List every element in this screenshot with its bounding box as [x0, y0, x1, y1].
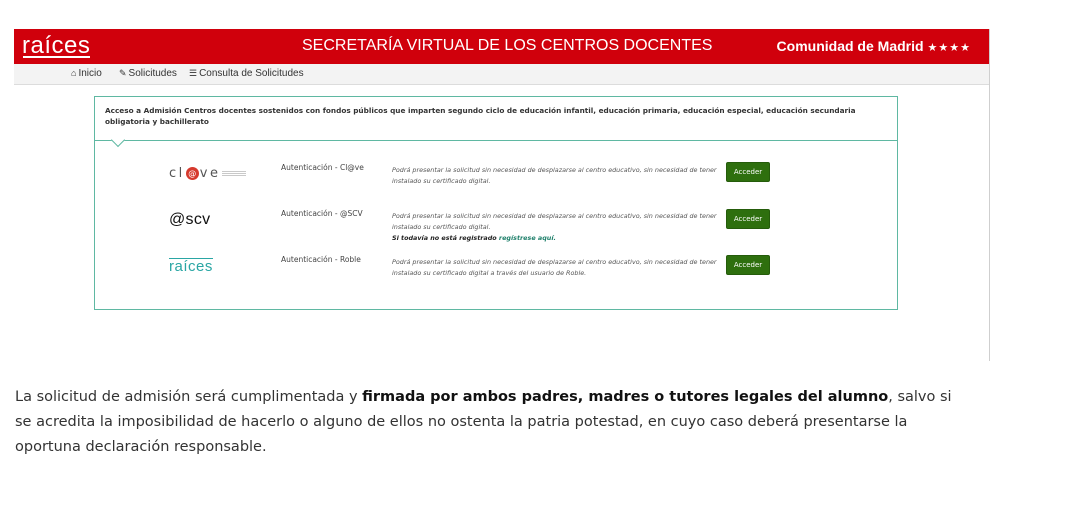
auth-row-scv: @scv Autenticación - @SCV Podrá presenta…: [95, 209, 897, 255]
acceder-button-roble[interactable]: Acceder: [726, 255, 770, 275]
raices-logo[interactable]: raíces: [22, 32, 91, 60]
article-bold-text: firmada por ambos padres, madres o tutor…: [362, 388, 889, 405]
auth-label: Autenticación - Cl@ve: [281, 163, 364, 172]
panel-heading: Acceso a Admisión Centros docentes soste…: [105, 106, 856, 126]
comunidad-madrid-logo: Comunidad de Madrid ★★★★: [777, 38, 971, 54]
auth-label: Autenticación - @SCV: [281, 209, 363, 218]
raices-roble-logo: raíces: [169, 256, 213, 275]
register-link[interactable]: regístrese aquí.: [499, 234, 556, 242]
stars-icon: ★★★★: [927, 42, 971, 54]
clave-logo: cl @ ve: [169, 162, 247, 181]
auth-description-text: Podrá presentar la solicitud sin necesid…: [392, 166, 717, 185]
header-bar: raíces SECRETARÍA VIRTUAL DE LOS CENTROS…: [14, 29, 989, 64]
article-paragraph: La solicitud de admisión será cumpliment…: [15, 385, 955, 460]
nav-item-inicio[interactable]: ⌂ Inicio: [71, 68, 102, 79]
acceder-button-clave[interactable]: Acceder: [726, 162, 770, 182]
auth-row-clave: cl @ ve Autenticación - Cl@ve Podrá presen…: [95, 162, 897, 209]
raices-logo-text: raíces: [169, 258, 213, 275]
auth-description-text: Podrá presentar la solicitud sin necesid…: [392, 258, 717, 277]
nav-item-consulta[interactable]: ☰ Consulta de Solicitudes: [189, 68, 304, 79]
scv-logo: @scv: [169, 209, 210, 229]
auth-label: Autenticación - Roble: [281, 255, 361, 264]
auth-description: Podrá presentar la solicitud sin necesid…: [392, 257, 717, 279]
nav-item-label: Solicitudes: [128, 68, 177, 79]
nav-item-solicitudes[interactable]: ✎ Solicitudes: [119, 68, 177, 79]
nav-item-label: Consulta de Solicitudes: [199, 68, 304, 79]
pencil-icon: ✎: [119, 68, 127, 78]
nav-item-label: Inicio: [78, 68, 102, 79]
at-icon: @: [185, 167, 199, 180]
article-text: La solicitud de admisión será cumpliment…: [15, 388, 363, 405]
auth-description-text: Podrá presentar la solicitud sin necesid…: [392, 212, 717, 231]
home-icon: ⌂: [71, 68, 77, 78]
access-panel: Acceso a Admisión Centros docentes soste…: [94, 96, 898, 310]
auth-description: Podrá presentar la solicitud sin necesid…: [392, 211, 717, 244]
register-note-text: Si todavía no está registrado: [392, 234, 497, 242]
nav-bar: ⌂ Inicio ✎ Solicitudes ☰ Consulta de Solici…: [14, 64, 989, 85]
auth-description: Podrá presentar la solicitud sin necesid…: [392, 165, 717, 187]
app-title: SECRETARÍA VIRTUAL DE LOS CENTROS DOCENT…: [302, 37, 713, 54]
list-icon: ☰: [189, 68, 198, 78]
scv-logo-text: @scv: [169, 211, 211, 228]
panel-header: Acceso a Admisión Centros docentes soste…: [95, 97, 897, 141]
acceder-button-scv[interactable]: Acceder: [726, 209, 770, 229]
register-note: Si todavía no está registrado regístrese…: [392, 234, 556, 242]
auth-row-roble: raíces Autenticación - Roble Podrá prese…: [95, 255, 897, 301]
region-name: Comunidad de Madrid: [776, 38, 924, 54]
clave-logo-text: cl: [169, 166, 185, 181]
clave-subtitle-lines: [222, 171, 247, 176]
embedded-screenshot: raíces SECRETARÍA VIRTUAL DE LOS CENTROS…: [14, 29, 990, 361]
